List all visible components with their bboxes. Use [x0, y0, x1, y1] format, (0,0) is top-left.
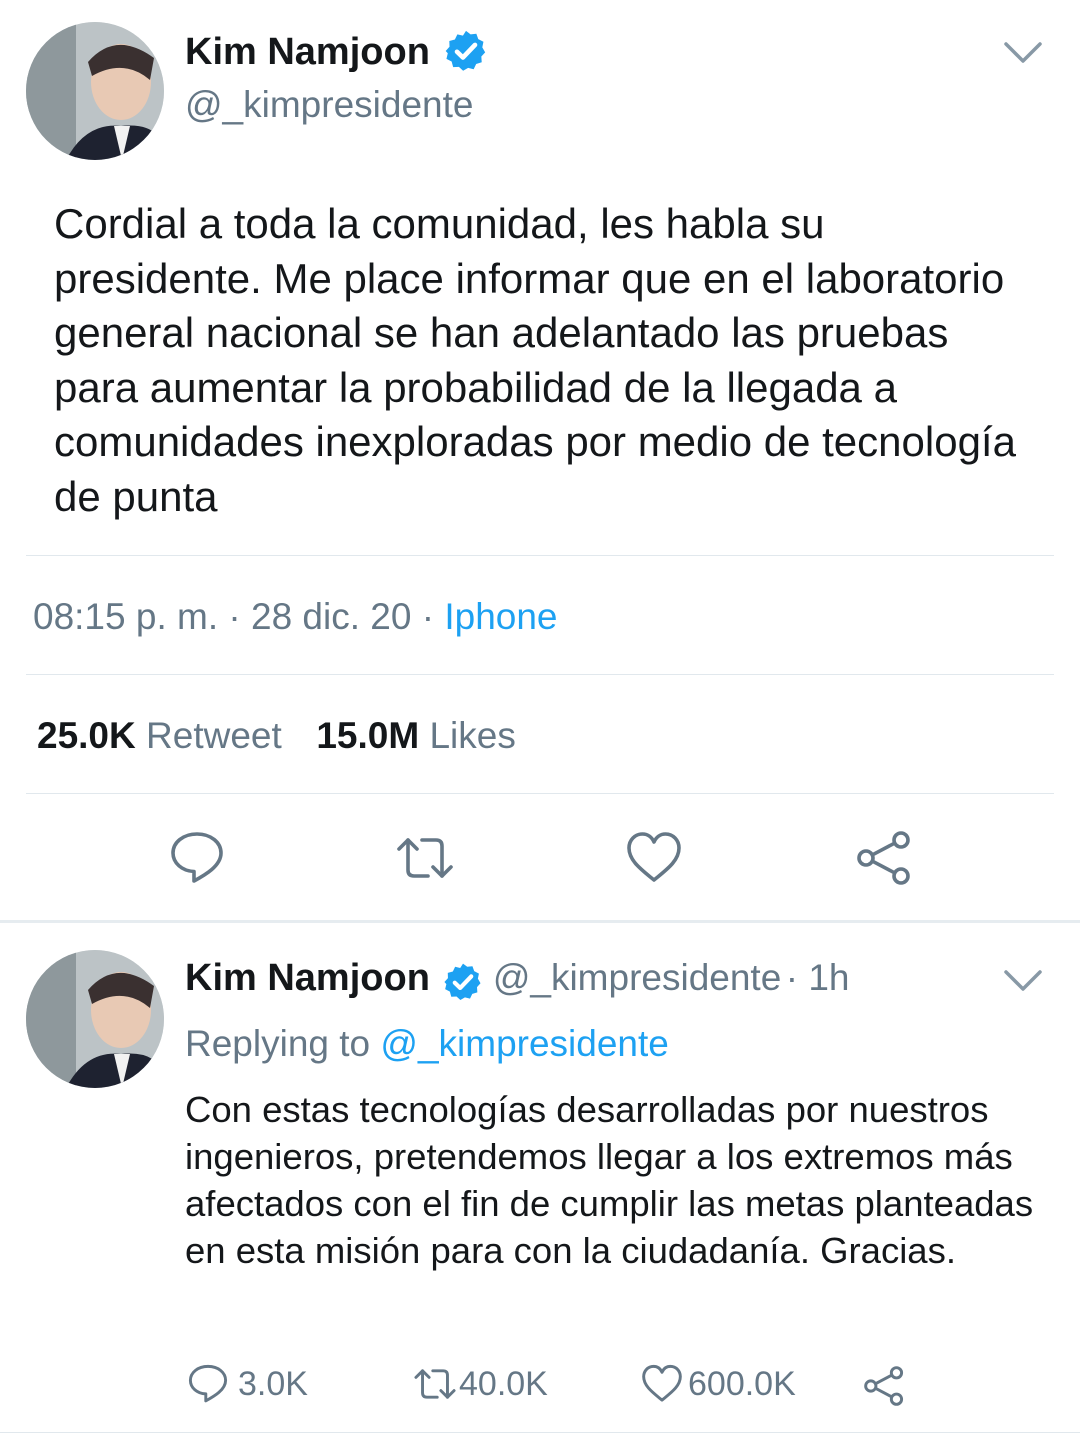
- author-name[interactable]: Kim Namjoon: [185, 30, 430, 74]
- retweet-action[interactable]: 40.0K: [413, 1362, 548, 1406]
- reply-age: · 1h: [785, 957, 850, 998]
- reply-action[interactable]: 3.0K: [186, 1362, 308, 1406]
- like-icon: [642, 1364, 682, 1402]
- retweets-stat[interactable]: 25.0K Retweet: [37, 715, 282, 756]
- reply-icon: [188, 1364, 228, 1403]
- retweet-icon[interactable]: [395, 828, 455, 888]
- tweet-stats: 25.0K Retweet 15.0M Likes: [37, 715, 516, 757]
- replying-to: Replying to @_kimpresidente: [185, 1023, 669, 1065]
- likes-label: Likes: [429, 715, 516, 756]
- reply-header: Kim Namjoon @_kimpresidente · 1h: [185, 956, 850, 1007]
- avatar-image: [26, 950, 164, 1088]
- retweet-count: 40.0K: [459, 1364, 548, 1403]
- share-icon[interactable]: [854, 828, 914, 888]
- tweet-source-link[interactable]: Iphone: [444, 596, 557, 637]
- divider: [26, 793, 1054, 794]
- reply-author-name[interactable]: Kim Namjoon: [185, 957, 430, 999]
- tweet-meta: 08:15 p. m. · 28 dic. 20 · Iphone: [33, 596, 558, 638]
- reply-text: Con estas tecnologías desarrolladas por …: [185, 1089, 1034, 1271]
- likes-stat[interactable]: 15.0M Likes: [316, 715, 516, 756]
- author-avatar[interactable]: [26, 22, 164, 160]
- like-count: 600.0K: [688, 1364, 796, 1403]
- tweet-text: Cordial a toda la comunidad, les habla s…: [54, 200, 1016, 520]
- replying-prefix: Replying to: [185, 1023, 371, 1064]
- verified-badge-icon: [444, 963, 481, 1000]
- meta-separator: ·: [421, 596, 435, 637]
- tweet-date: 28 dic. 20: [251, 596, 412, 637]
- share-icon[interactable]: [862, 1364, 906, 1408]
- retweet-icon: [414, 1369, 456, 1399]
- reply-count: 3.0K: [238, 1364, 308, 1403]
- divider: [26, 674, 1054, 675]
- reply-author-handle[interactable]: @_kimpresidente: [493, 957, 781, 998]
- bottom-divider: [0, 1432, 1080, 1433]
- like-action[interactable]: 600.0K: [640, 1362, 796, 1406]
- retweets-count: 25.0K: [37, 715, 136, 756]
- author-handle[interactable]: @_kimpresidente: [185, 84, 473, 126]
- replying-handle-link[interactable]: @_kimpresidente: [380, 1023, 668, 1064]
- chevron-down-icon[interactable]: [1003, 40, 1043, 66]
- tweet-time: 08:15 p. m.: [33, 596, 219, 637]
- meta-separator: ·: [228, 596, 241, 637]
- likes-count: 15.0M: [316, 715, 420, 756]
- verified-badge-icon: [445, 30, 486, 71]
- divider: [26, 555, 1054, 556]
- chevron-down-icon[interactable]: [1003, 968, 1043, 994]
- avatar-image: [26, 22, 164, 160]
- reply-author-avatar[interactable]: [26, 950, 164, 1088]
- like-icon[interactable]: [624, 828, 684, 888]
- reply-icon[interactable]: [167, 828, 227, 888]
- section-separator: [0, 920, 1080, 923]
- retweets-label: Retweet: [146, 715, 282, 756]
